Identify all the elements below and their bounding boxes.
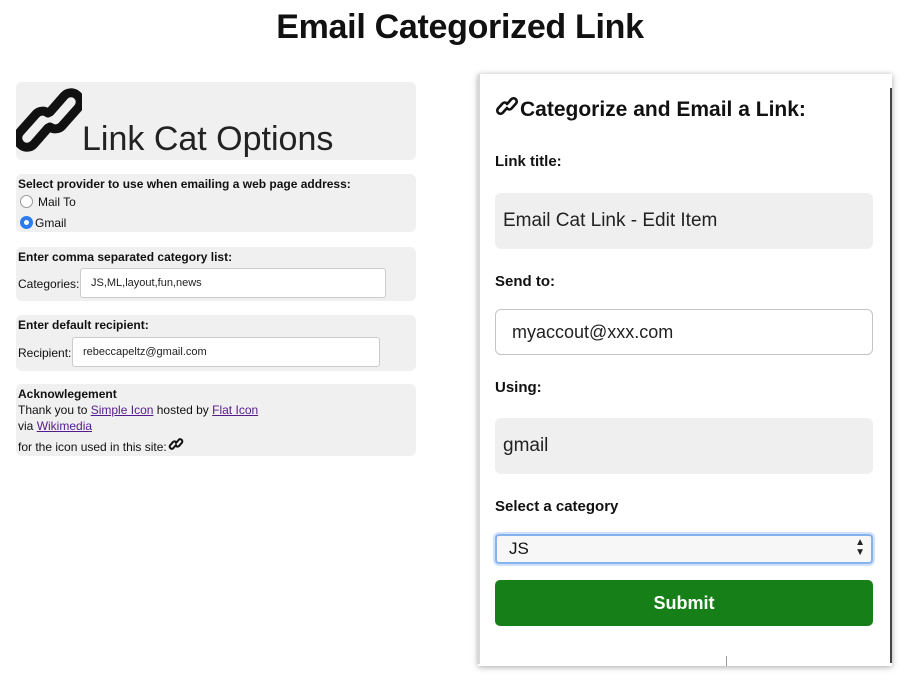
popup-title-text: Categorize and Email a Link: xyxy=(520,98,806,121)
popup-title: Categorize and Email a Link: xyxy=(495,94,806,122)
category-selected-value: JS xyxy=(509,539,529,558)
select-arrows-icon: ▲ ▼ xyxy=(855,537,865,558)
recipient-section: Enter default recipient: Recipient: rebe… xyxy=(16,315,416,371)
wikimedia-link[interactable]: Wikimedia xyxy=(37,419,92,433)
flat-icon-link[interactable]: Flat Icon xyxy=(212,403,258,417)
acknowledgement-line3: for the icon used in this site: xyxy=(18,440,167,454)
simple-icon-link[interactable]: Simple Icon xyxy=(91,403,154,417)
category-label: Select a category xyxy=(495,498,619,515)
slide-title: Email Categorized Link xyxy=(276,8,644,46)
using-label: Using: xyxy=(495,379,542,396)
categories-label: Categories: xyxy=(18,277,80,291)
submit-button[interactable]: Submit xyxy=(495,580,873,626)
radio-mailto[interactable] xyxy=(20,195,33,208)
options-header: Link Cat Options xyxy=(16,82,416,160)
categories-heading: Enter comma separated category list: xyxy=(18,250,233,264)
radio-mailto-label: Mail To xyxy=(38,195,76,209)
radio-gmail-label: Gmail xyxy=(35,216,67,230)
using-value: gmail xyxy=(495,418,873,474)
popup-left-edge xyxy=(478,74,480,664)
ack-via: via xyxy=(18,419,37,433)
send-to-input[interactable]: myaccout@xxx.com xyxy=(495,309,873,355)
provider-section: Select provider to use when emailing a w… xyxy=(16,174,416,232)
link-icon xyxy=(496,97,518,115)
acknowledgement-line2: via Wikimedia xyxy=(18,419,92,433)
recipient-input[interactable]: rebeccapeltz@gmail.com xyxy=(72,337,380,367)
acknowledgement-heading: Acknowlegement xyxy=(18,387,117,401)
small-link-icon xyxy=(168,438,184,450)
popup-right-edge xyxy=(890,88,892,663)
popup-bottom-tick xyxy=(726,656,727,666)
category-select[interactable]: JS ▲ ▼ xyxy=(495,534,873,564)
link-title-label: Link title: xyxy=(495,153,562,170)
send-to-label: Send to: xyxy=(495,273,555,290)
recipient-heading: Enter default recipient: xyxy=(18,318,149,332)
recipient-label: Recipient: xyxy=(18,346,72,360)
categories-section: Enter comma separated category list: Cat… xyxy=(16,247,416,301)
acknowledgement-section: Acknowlegement Thank you to Simple Icon … xyxy=(16,384,416,456)
categories-input[interactable]: JS,ML,layout,fun,news xyxy=(80,268,386,298)
provider-heading: Select provider to use when emailing a w… xyxy=(18,177,351,191)
ack-text-mid: hosted by xyxy=(153,403,213,417)
link-chain-icon xyxy=(16,88,82,152)
options-title: Link Cat Options xyxy=(82,120,334,158)
link-title-value: Email Cat Link - Edit Item xyxy=(495,193,873,249)
ack-text-prefix: Thank you to xyxy=(18,403,91,417)
radio-gmail[interactable] xyxy=(20,216,33,229)
acknowledgement-line1: Thank you to Simple Icon hosted by Flat … xyxy=(18,403,258,417)
